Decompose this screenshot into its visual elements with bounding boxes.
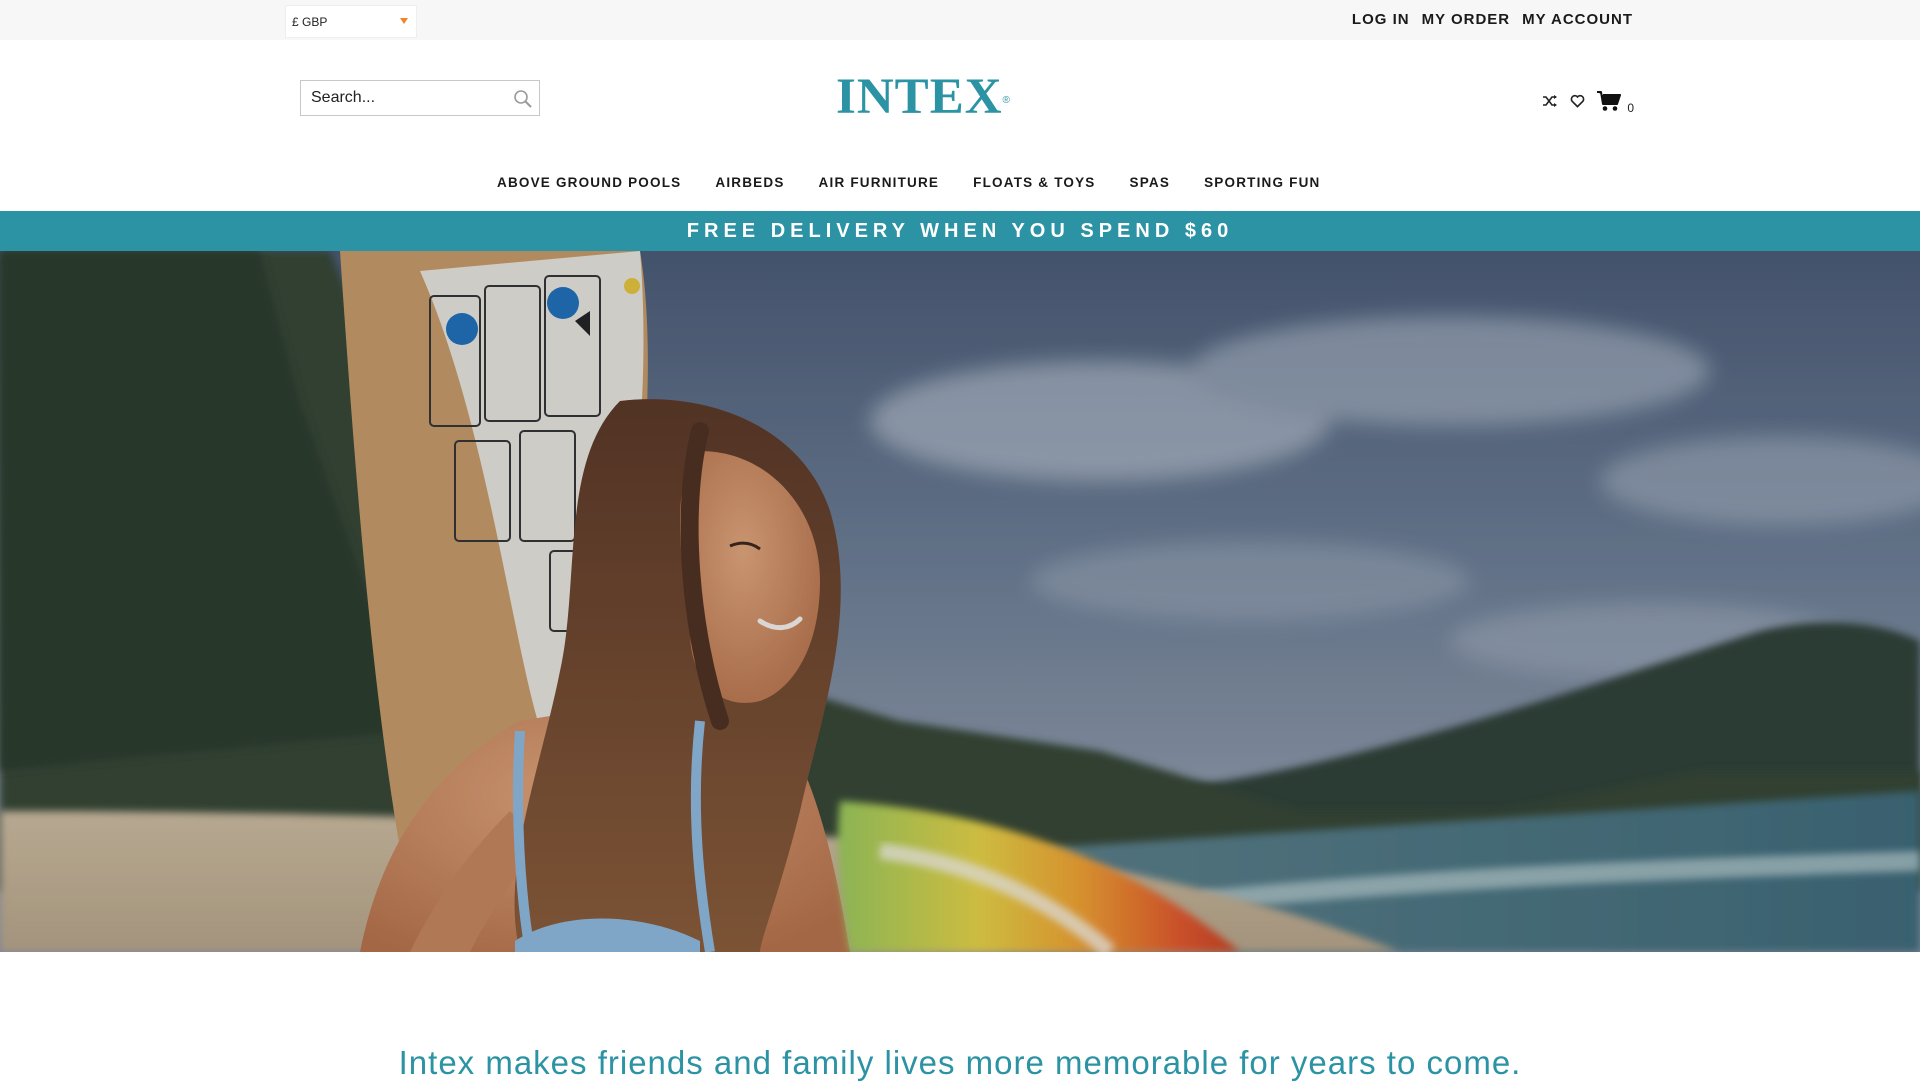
currency-value: £ GBP bbox=[292, 15, 328, 29]
intex-logo[interactable]: INTEX® bbox=[836, 69, 1011, 125]
registered-mark: ® bbox=[1002, 95, 1011, 106]
search-input[interactable] bbox=[309, 82, 509, 114]
brand-tagline: Intex makes friends and family lives mor… bbox=[0, 1044, 1920, 1082]
top-utility-bar: £ GBP LOG IN MY ORDER MY ACCOUNT bbox=[0, 0, 1920, 40]
my-order-link[interactable]: MY ORDER bbox=[1422, 11, 1511, 28]
cart-count: 0 bbox=[1627, 100, 1634, 115]
nav-air-furniture[interactable]: AIR FURNITURE bbox=[819, 175, 940, 190]
currency-selector[interactable]: £ GBP bbox=[285, 5, 417, 38]
nav-spas[interactable]: SPAS bbox=[1130, 175, 1171, 190]
search-box bbox=[300, 80, 540, 116]
promo-banner: FREE DELIVERY WHEN YOU SPEND $60 bbox=[0, 211, 1920, 251]
tagline-text: Intex makes friends and family lives mor… bbox=[398, 1044, 1522, 1081]
hero-banner[interactable] bbox=[0, 251, 1920, 952]
heart-icon[interactable] bbox=[1570, 94, 1585, 113]
shuffle-icon[interactable] bbox=[1542, 94, 1558, 113]
nav-sporting-fun[interactable]: SPORTING FUN bbox=[1204, 175, 1320, 190]
account-links: LOG IN MY ORDER MY ACCOUNT bbox=[1352, 11, 1633, 28]
main-navigation: ABOVE GROUND POOLS AIRBEDS AIR FURNITURE… bbox=[497, 175, 1320, 190]
header-icons: 0 bbox=[1542, 90, 1634, 117]
nav-above-ground-pools[interactable]: ABOVE GROUND POOLS bbox=[497, 175, 681, 190]
cart-icon[interactable] bbox=[1597, 90, 1622, 117]
logo-text: INTEX bbox=[836, 69, 1003, 125]
nav-airbeds[interactable]: AIRBEDS bbox=[715, 175, 784, 190]
my-account-link[interactable]: MY ACCOUNT bbox=[1522, 11, 1633, 28]
login-link[interactable]: LOG IN bbox=[1352, 11, 1410, 28]
caret-down-icon bbox=[400, 18, 408, 24]
search-icon[interactable] bbox=[513, 89, 533, 109]
promo-text: FREE DELIVERY WHEN YOU SPEND $60 bbox=[686, 220, 1234, 242]
nav-floats-toys[interactable]: FLOATS & TOYS bbox=[973, 175, 1095, 190]
hero-image bbox=[0, 251, 1920, 952]
